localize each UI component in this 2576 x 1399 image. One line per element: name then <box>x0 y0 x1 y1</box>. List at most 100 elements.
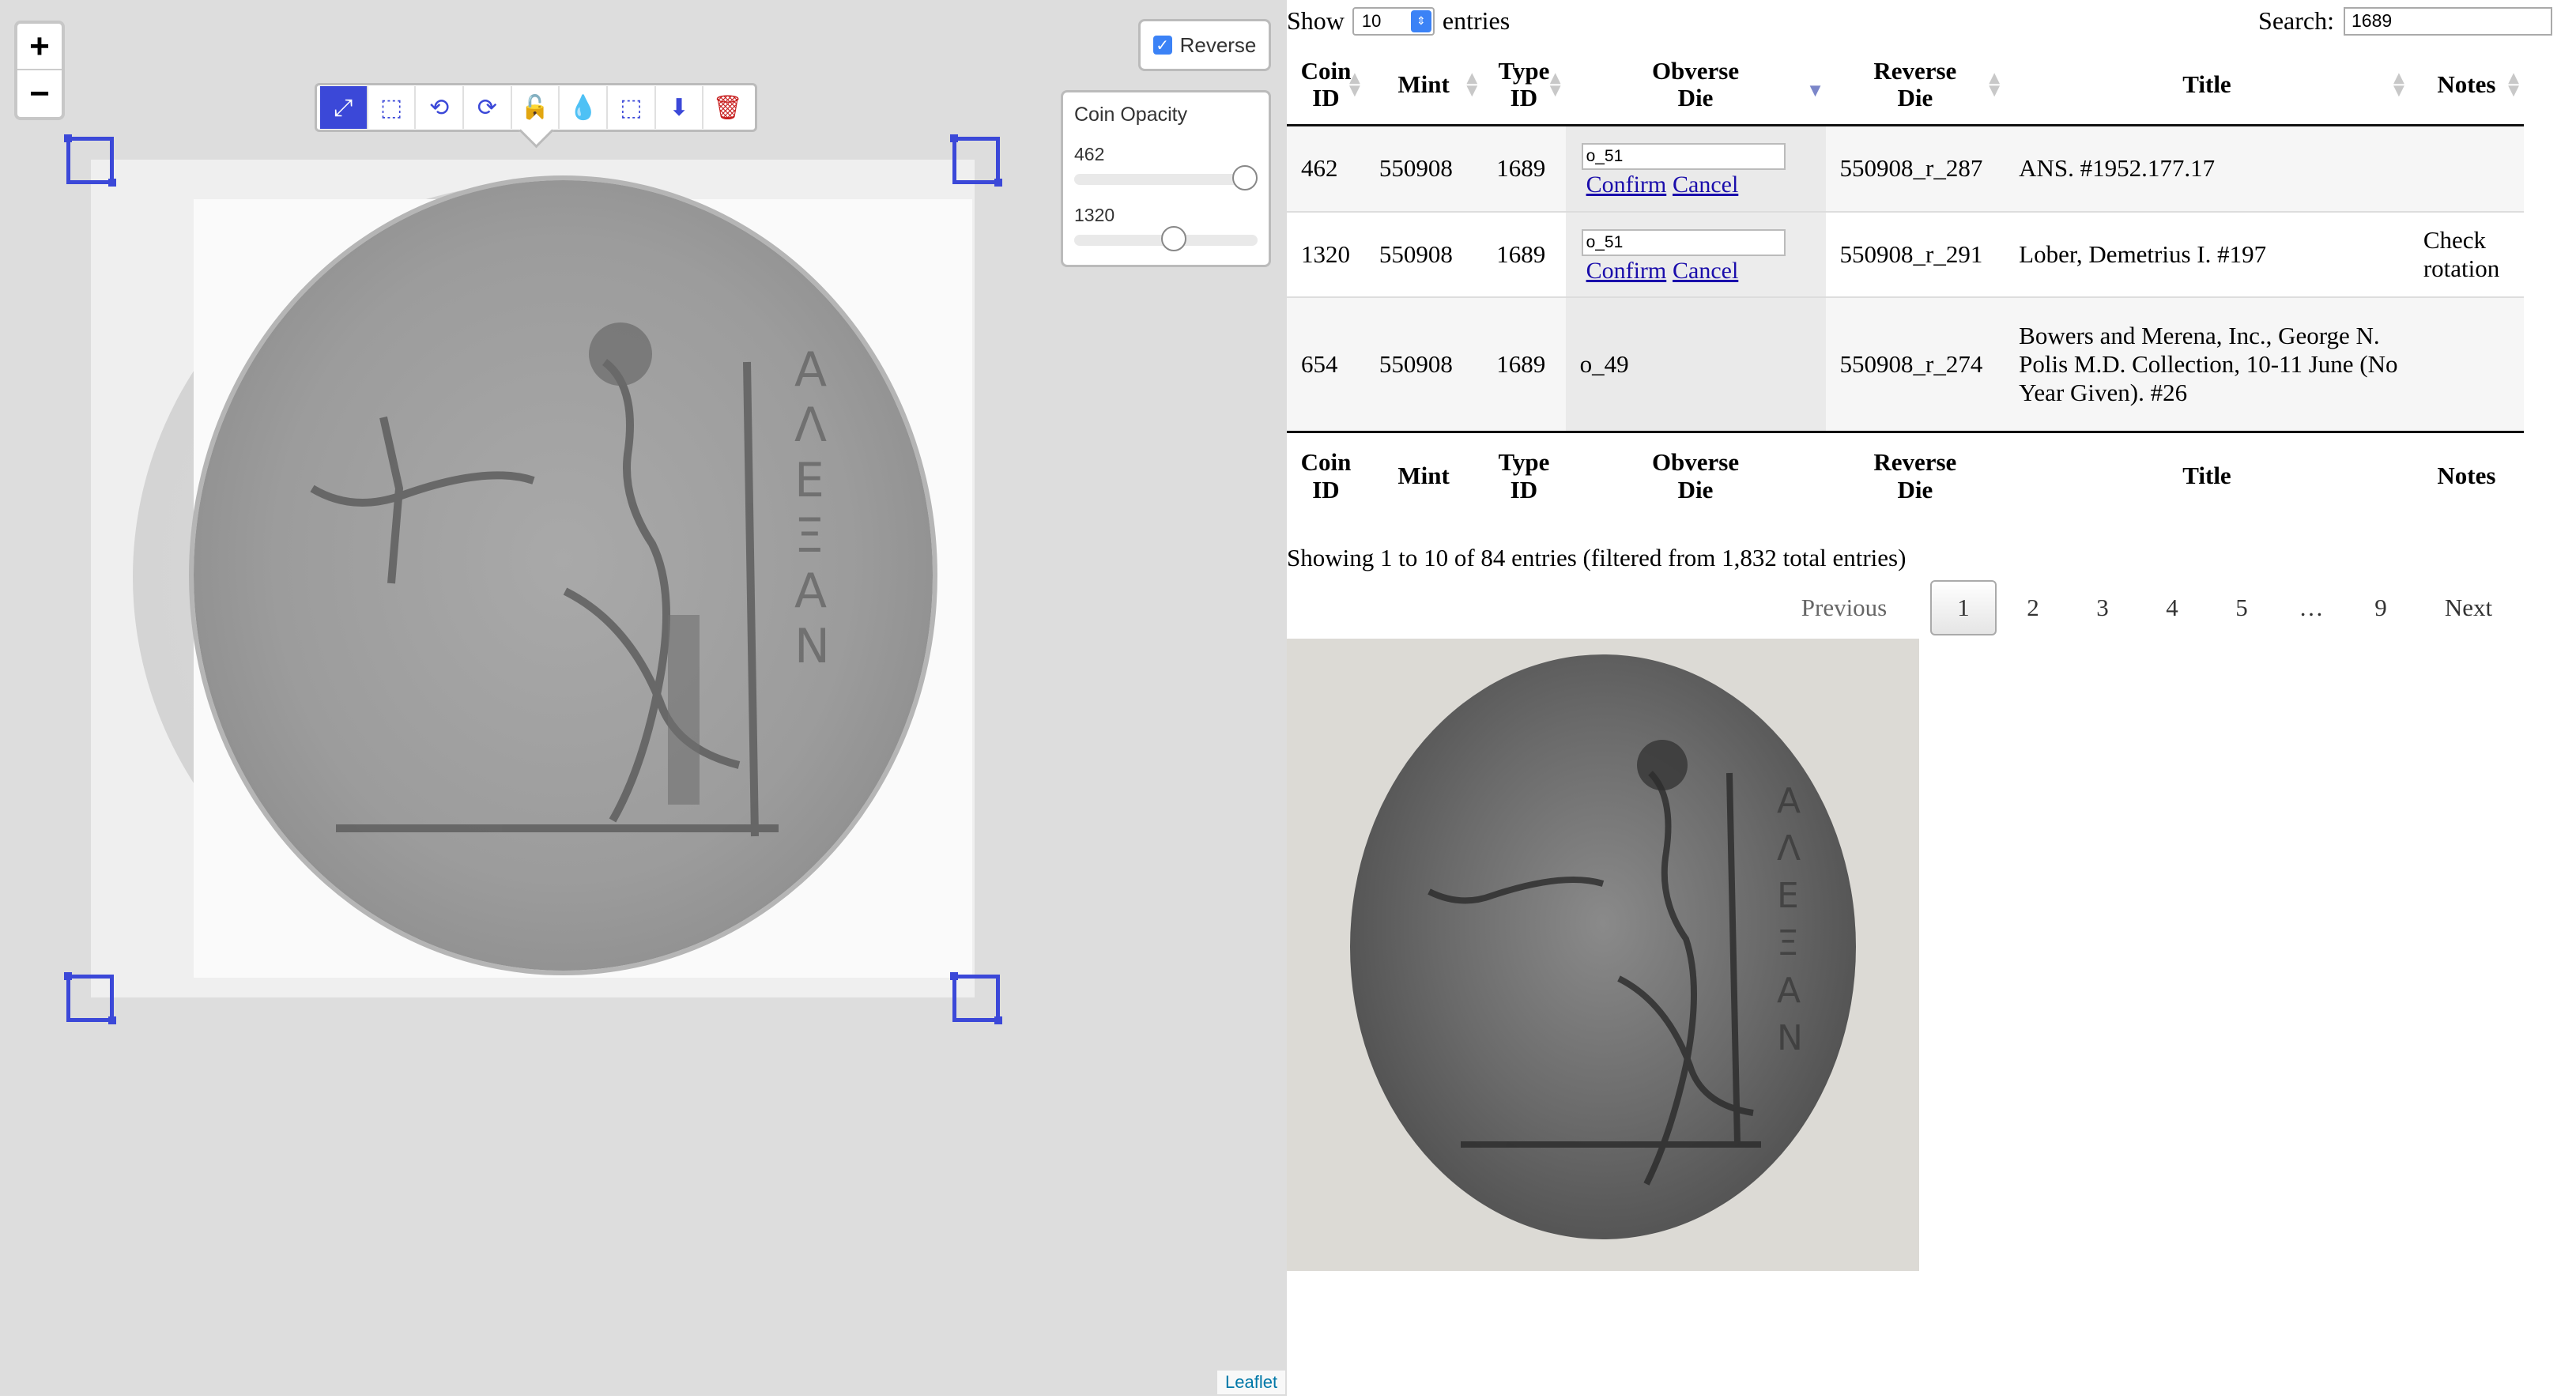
rotate-button[interactable]: ⟲ <box>416 86 465 129</box>
distort-button[interactable]: ⬚ <box>368 86 417 129</box>
column-header-coin-id[interactable]: Coin ID ▲ ▼ <box>1287 46 1365 126</box>
page-length-control: Show 10 ⇕ entries <box>1287 6 1510 36</box>
cell-type-id: 1689 <box>1482 211 1566 297</box>
page-button-2[interactable]: 2 <box>2000 580 2066 635</box>
lock-icon: 🔓 <box>520 93 550 122</box>
svg-text:Α: Α <box>1777 971 1801 1011</box>
footer-reverse-die: Reverse Die <box>1825 430 2005 520</box>
export-icon: ⬇ <box>669 93 689 122</box>
opacity-slider-462[interactable] <box>1074 165 1258 190</box>
sort-descending-icon: ▼ <box>1809 82 1821 100</box>
lock-button[interactable]: 🔓 <box>512 86 560 129</box>
svg-text:Ν: Ν <box>1777 1018 1803 1058</box>
coin-photo-image: ΑΛΕ ΞΑΝ <box>1350 654 1856 1239</box>
column-header-type-id[interactable]: Type ID ▲ ▼ <box>1482 46 1566 126</box>
svg-text:Ε: Ε <box>794 453 824 508</box>
slider-knob[interactable] <box>1161 226 1186 251</box>
confirm-link[interactable]: Confirm <box>1586 258 1667 284</box>
next-page-button[interactable]: Next <box>2425 580 2512 635</box>
opacity-button[interactable]: 💧 <box>560 86 609 129</box>
table-controls: Show 10 ⇕ entries Search: <box>1287 6 2576 38</box>
previous-page-button[interactable]: Previous <box>1793 580 1895 635</box>
map-pane[interactable]: ΑΛΕ ΞΑΝ + − ⤢ ⬚ ⟲ ⟳ 🔓 💧 ⬚ ⬇ 🗑 ✓ Reverse Coin Opa… <box>0 0 1287 1396</box>
opacity-slider-1320[interactable] <box>1074 226 1258 251</box>
obverse-die-input[interactable] <box>1581 142 1786 170</box>
confirm-link[interactable]: Confirm <box>1586 172 1667 198</box>
svg-text:Α: Α <box>794 564 827 619</box>
search-input[interactable] <box>2344 6 2552 36</box>
sort-icon: ▲ ▼ <box>1989 70 2001 100</box>
svg-text:Ν: Ν <box>794 619 830 674</box>
page-button-9[interactable]: 9 <box>2348 580 2414 635</box>
corner-handle-top-right[interactable] <box>950 134 1002 187</box>
scale-button[interactable]: ⤢ <box>320 86 368 129</box>
opacity-slider-label: 462 <box>1074 144 1105 164</box>
page-button-5[interactable]: 5 <box>2208 580 2275 635</box>
pagination-ellipsis: … <box>2299 594 2324 621</box>
export-button[interactable]: ⬇ <box>656 86 704 129</box>
cell-type-id: 1689 <box>1482 124 1566 212</box>
table-row[interactable]: 1320 550908 1689 Confirm Cancel 550908_r… <box>1287 211 2524 297</box>
slider-knob[interactable] <box>1232 165 1258 190</box>
cell-title: Lober, Demetrius I. #197 <box>2005 211 2409 297</box>
corner-handle-bottom-left[interactable] <box>64 972 116 1024</box>
cell-notes <box>2408 296 2524 432</box>
image-edit-toolbar: ⤢ ⬚ ⟲ ⟳ 🔓 💧 ⬚ ⬇ 🗑 <box>315 83 757 132</box>
cell-title: ANS. #1952.177.17 <box>2005 124 2409 212</box>
cell-obverse-die[interactable]: o_49 <box>1565 296 1826 432</box>
cell-reverse-die: 550908_r_287 <box>1825 124 2005 212</box>
column-header-notes[interactable]: Notes ▲ ▼ <box>2408 46 2524 126</box>
checkbox-checked-icon[interactable]: ✓ <box>1152 36 1172 55</box>
cell-mint: 550908 <box>1364 211 1483 297</box>
free-rotate-icon: ⟳ <box>477 93 497 122</box>
cell-reverse-die: 550908_r_274 <box>1825 296 2005 432</box>
delete-icon: 🗑 <box>712 93 743 122</box>
sort-icon: ▲ ▼ <box>2393 70 2404 100</box>
svg-text:Λ: Λ <box>1777 828 1801 869</box>
coin-opacity-title: Coin Opacity <box>1074 104 1188 126</box>
table-row[interactable]: 462 550908 1689 Confirm Cancel 550908_r_… <box>1287 124 2524 212</box>
cell-mint: 550908 <box>1364 296 1483 432</box>
column-header-mint[interactable]: Mint ▲ ▼ <box>1364 46 1483 126</box>
cancel-link[interactable]: Cancel <box>1673 258 1738 284</box>
reverse-toggle[interactable]: ✓ Reverse <box>1138 19 1271 71</box>
zoom-out-button[interactable]: − <box>17 70 62 117</box>
distort-icon: ⬚ <box>379 93 403 122</box>
page-button-4[interactable]: 4 <box>2139 580 2205 635</box>
footer-mint: Mint <box>1364 430 1483 520</box>
column-header-title[interactable]: Title ▲ ▼ <box>2005 46 2409 126</box>
table-pane: Show 10 ⇕ entries Search: CoinID▲▼ Mint▲… <box>1287 0 2576 1396</box>
sort-icon: ▲ ▼ <box>1349 70 1360 100</box>
footer-title: Title <box>2005 430 2409 520</box>
obverse-die-input[interactable] <box>1581 228 1786 256</box>
cell-notes: Check rotation <box>2408 211 2524 297</box>
cell-coin-id: 1320 <box>1287 211 1365 297</box>
cell-obverse-die: Confirm Cancel <box>1565 124 1826 212</box>
rotate-icon: ⟲ <box>429 93 450 122</box>
cell-title: Bowers and Merena, Inc., George N. Polis… <box>2005 296 2409 432</box>
corner-handle-top-left[interactable] <box>64 134 116 187</box>
svg-text:Ε: Ε <box>1777 876 1799 916</box>
column-header-obverse-die[interactable]: Obverse Die ▼ <box>1565 46 1826 126</box>
footer-obverse-die: Obverse Die <box>1565 430 1826 520</box>
svg-text:Α: Α <box>794 342 827 398</box>
coin-opacity-panel: Coin Opacity 462 1320 <box>1061 90 1271 267</box>
cell-mint: 550908 <box>1364 124 1483 212</box>
leaflet-attribution-link[interactable]: Leaflet <box>1217 1371 1286 1394</box>
page-button-1[interactable]: 1 <box>1930 580 1997 635</box>
border-button[interactable]: ⬚ <box>608 86 656 129</box>
cell-coin-id: 462 <box>1287 124 1365 212</box>
page-button-3[interactable]: 3 <box>2069 580 2136 635</box>
table-row[interactable]: 654 550908 1689 o_49 550908_r_274 Bowers… <box>1287 296 2524 432</box>
sort-icon: ▲ ▼ <box>2508 70 2519 100</box>
column-header-reverse-die[interactable]: Reverse Die ▲ ▼ <box>1825 46 2005 126</box>
footer-notes: Notes <box>2408 430 2524 520</box>
zoom-in-button[interactable]: + <box>17 24 62 70</box>
page-length-value: 10 <box>1361 10 1382 31</box>
free-rotate-button[interactable]: ⟳ <box>464 86 512 129</box>
delete-button[interactable]: 🗑 <box>703 86 752 129</box>
header-label: Title <box>2182 70 2231 98</box>
page-length-select[interactable]: 10 ⇕ <box>1352 6 1435 36</box>
corner-handle-bottom-right[interactable] <box>950 972 1002 1024</box>
cancel-link[interactable]: Cancel <box>1673 172 1738 198</box>
